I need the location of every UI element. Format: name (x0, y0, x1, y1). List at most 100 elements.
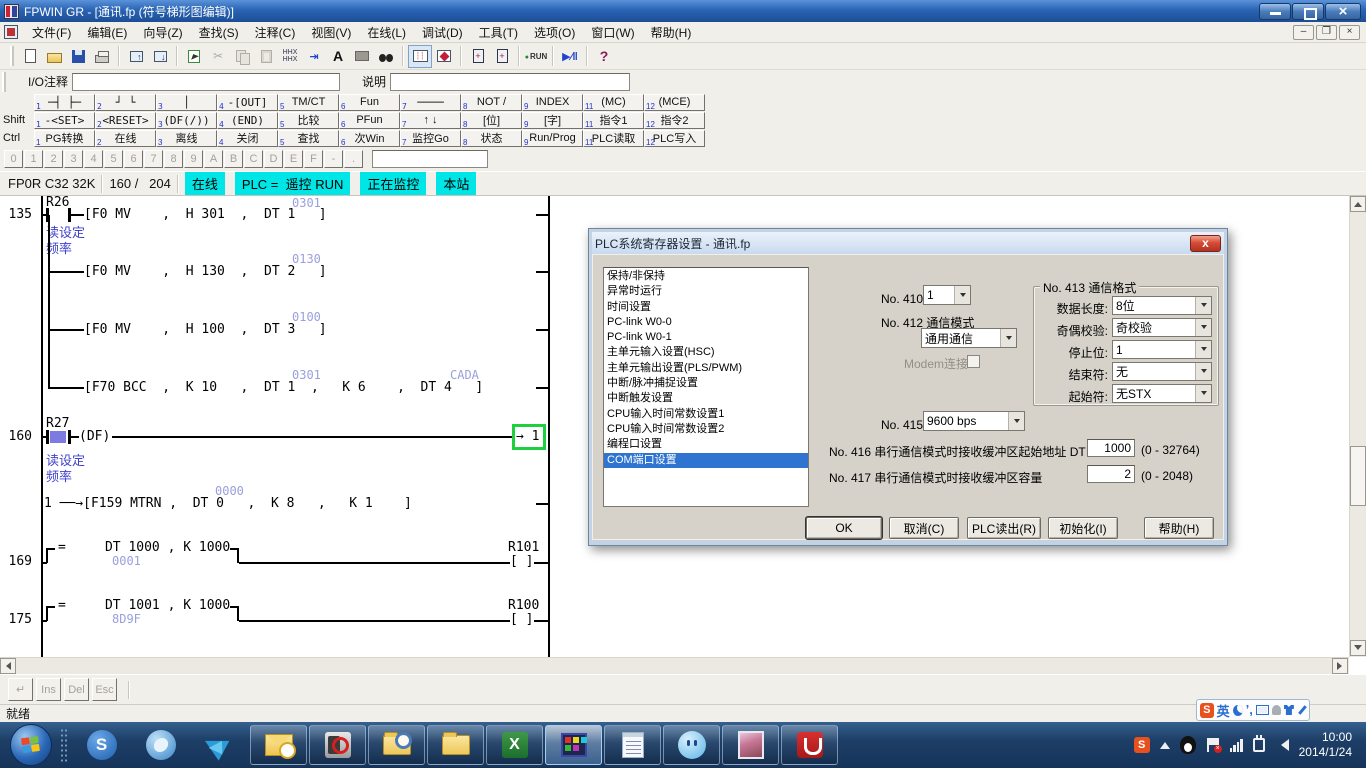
header-combobox[interactable]: 无STX (1112, 384, 1212, 403)
paste-button[interactable] (254, 45, 278, 68)
fnkey-ctrl-f8[interactable]: 8状态 (461, 130, 522, 147)
list-item[interactable]: 主单元输出设置(PLS/PWM) (604, 361, 808, 376)
fnkey-ctrl-f6[interactable]: 6次Win (339, 130, 400, 147)
run-stop-toggle-button[interactable]: ▶⁄‖ (558, 45, 582, 68)
escape-key[interactable]: Esc (92, 678, 117, 701)
hexkey-e[interactable]: E (284, 150, 303, 168)
save-button[interactable] (66, 45, 90, 68)
dropdown-arrow-icon[interactable] (1008, 412, 1024, 430)
open-file-button[interactable] (42, 45, 66, 68)
fnkey-f2[interactable]: 2┘ └ (95, 94, 156, 111)
instruction-line[interactable]: [F0 MV , H 100 , DT 3 ] (84, 323, 327, 337)
ime-account-icon[interactable] (1272, 705, 1281, 715)
fnkey-shift-f12[interactable]: 12指令2 (644, 112, 705, 129)
buffer-capacity-input[interactable]: 2 (1087, 465, 1135, 483)
list-item[interactable]: 时间设置 (604, 300, 808, 315)
hexkey-4[interactable]: 4 (84, 150, 103, 168)
show-hidden-icons[interactable] (1160, 737, 1170, 749)
list-item[interactable]: 保持/非保持 (604, 269, 808, 284)
instruction-line[interactable]: [F70 BCC , K 10 , DT 1 , K 6 , DT 4 ] (84, 381, 483, 395)
list-item[interactable]: CPU输入时间常数设置1 (604, 407, 808, 422)
taskbar-item-fpwin-gr-active[interactable] (545, 725, 602, 765)
list-item[interactable]: 异常时运行 (604, 284, 808, 299)
instruction-line[interactable]: [F0 MV , H 130 , DT 2 ] (84, 265, 327, 279)
fnkey-shift-f2[interactable]: 2<RESET> (95, 112, 156, 129)
new-file-button[interactable] (18, 45, 42, 68)
menu-options[interactable]: 选项(O) (526, 21, 583, 44)
dropdown-arrow-icon[interactable] (1195, 385, 1211, 402)
fnkey-f4[interactable]: 4-[OUT] (217, 94, 278, 111)
online-mode-button[interactable]: + (466, 45, 490, 68)
ime-punctuation-icon[interactable]: ’, (1246, 705, 1253, 715)
fnkey-shift-f11[interactable]: 11指令1 (583, 112, 644, 129)
fnkey-f6[interactable]: 6Fun (339, 94, 400, 111)
fnkey-ctrl-f11[interactable]: 11PLC读取 (583, 130, 644, 147)
list-item[interactable]: 主单元输入设置(HSC) (604, 345, 808, 360)
hexkey-1[interactable]: 1 (24, 150, 43, 168)
device-monitor-button[interactable] (432, 45, 456, 68)
volume-icon[interactable] (1275, 739, 1289, 751)
mdi-restore-button[interactable]: ❐ (1316, 25, 1337, 40)
taskbar-item-qq-app[interactable] (663, 725, 720, 765)
restore-button[interactable] (1292, 3, 1324, 20)
menu-edit[interactable]: 编辑(E) (79, 21, 135, 44)
fnkey-shift-f9[interactable]: 9[字] (522, 112, 583, 129)
menu-wizard[interactable]: 向导(Z) (135, 21, 190, 44)
taskbar-item-adobe-reader[interactable] (781, 725, 838, 765)
tray-qq-icon[interactable] (1180, 736, 1196, 754)
plc-run-button[interactable]: RUN (524, 45, 548, 68)
ok-button[interactable]: OK (806, 517, 882, 539)
hexkey-6[interactable]: 6 (124, 150, 143, 168)
ime-skin-icon[interactable] (1284, 705, 1294, 715)
offline-mode-button[interactable]: + (490, 45, 514, 68)
taskbar-item-file-explorer[interactable] (427, 725, 484, 765)
hexkey-minus[interactable]: - (324, 150, 343, 168)
io-comment-button[interactable]: HHXHHX (278, 45, 302, 68)
fnkey-ctrl-f4[interactable]: 4关闭 (217, 130, 278, 147)
font-button[interactable]: A (326, 45, 350, 68)
dropdown-arrow-icon[interactable] (1195, 319, 1211, 336)
list-item-selected[interactable]: COM端口设置 (604, 453, 808, 468)
mdi-close-button[interactable]: × (1339, 25, 1360, 40)
menu-window[interactable]: 窗口(W) (583, 21, 642, 44)
hexkey-a[interactable]: A (204, 150, 223, 168)
print-button[interactable] (90, 45, 114, 68)
output-coil[interactable]: [ ] (510, 613, 533, 627)
contact-label[interactable]: R27 (46, 417, 69, 431)
hexkey-9[interactable]: 9 (184, 150, 203, 168)
menu-help[interactable]: 帮助(H) (643, 21, 700, 44)
taskbar-item-file-search[interactable] (368, 725, 425, 765)
network-status-icon[interactable]: × (1206, 738, 1220, 752)
taskbar-clock[interactable]: 10:00 2014/1/24 (1299, 730, 1356, 760)
list-item[interactable]: CPU输入时间常数设置2 (604, 422, 808, 437)
hexkey-f[interactable]: F (304, 150, 323, 168)
fnkey-shift-f4[interactable]: 4(END) (217, 112, 278, 129)
fnkey-shift-f1[interactable]: 1-<SET> (34, 112, 95, 129)
horizontal-scrollbar[interactable] (0, 657, 1349, 674)
dialog-close-button[interactable]: x (1190, 235, 1221, 252)
hexkey-5[interactable]: 5 (104, 150, 123, 168)
fnkey-shift-f6[interactable]: 6PFun (339, 112, 400, 129)
fnkey-f9[interactable]: 9INDEX (522, 94, 583, 111)
fnkey-ctrl-f12[interactable]: 12PLC写入 (644, 130, 705, 147)
fnkey-f1[interactable]: 1─┤ ├─ (34, 94, 95, 111)
download-to-plc-button[interactable]: ↓ (148, 45, 172, 68)
parity-combobox[interactable]: 奇校验 (1112, 318, 1212, 337)
start-button[interactable] (10, 724, 52, 766)
instruction-line[interactable]: [F0 MV , H 301 , DT 1 ] (84, 208, 327, 222)
find-button[interactable] (374, 45, 398, 68)
list-item[interactable]: PC-link W0-1 (604, 330, 808, 345)
plc-read-button[interactable]: PLC读出(R) (967, 517, 1041, 539)
hexkey-8[interactable]: 8 (164, 150, 183, 168)
buffer-start-address-input[interactable]: 1000 (1087, 439, 1135, 457)
terminator-combobox[interactable]: 无 (1112, 362, 1212, 381)
taskbar-item-outlook[interactable] (250, 725, 307, 765)
toolbar-gripper[interactable] (2, 72, 6, 92)
scroll-right-button[interactable] (1332, 658, 1348, 674)
comm-mode-combobox[interactable]: 通用通信 (921, 328, 1017, 348)
taskbar-item-sogou-browser[interactable]: S (73, 725, 130, 765)
menu-debug[interactable]: 调试(D) (414, 21, 471, 44)
taskbar-item-excel[interactable]: X (486, 725, 543, 765)
description-input[interactable] (390, 73, 630, 91)
fnkey-ctrl-f5[interactable]: 5查找 (278, 130, 339, 147)
